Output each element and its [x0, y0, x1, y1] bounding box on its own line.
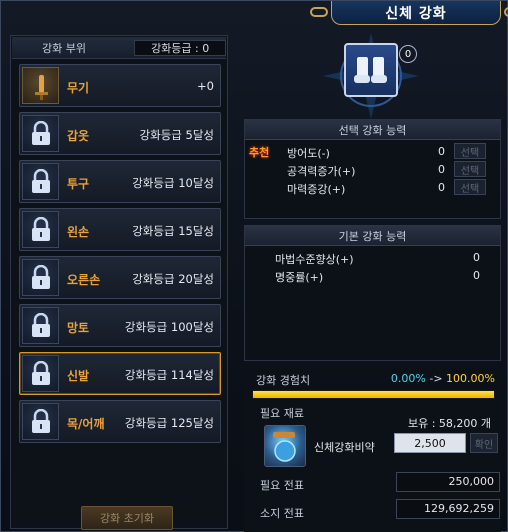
basic-ability-title: 기본 강화 능력	[245, 226, 500, 246]
window-title: 신체 강화	[385, 5, 447, 22]
slot-8[interactable]: 목/어깨 강화등급 125달성	[19, 400, 221, 443]
ability-label: 명중률(+)	[275, 271, 324, 284]
ornament-right-icon	[504, 7, 508, 17]
slot-requirement: 강화등급 15달성	[132, 224, 214, 238]
title-banner: 신체 강화	[310, 1, 508, 25]
selected-ability-section: 선택 강화 능력 추천 방어도(-) 0 선택 공격력증가(+) 0 선택 마력증강(+) 0…	[244, 119, 501, 219]
exp-value: 0.00% -> 100.00%	[391, 372, 495, 385]
ability-label: 마력증강(+)	[287, 183, 346, 196]
sword-icon	[22, 67, 59, 104]
select-button[interactable]: 선택	[454, 179, 486, 195]
lock-icon	[22, 403, 59, 440]
ability-value: 0	[438, 163, 445, 176]
body-enhance-window: 신체 강화 강화 부위 강화등급 : 0 무기 +0 갑옷 강화등급 5달성 투구 강화등…	[0, 0, 508, 532]
lock-icon	[22, 307, 59, 344]
ornament-left-icon	[310, 7, 328, 17]
slot-7[interactable]: 신발 강화등급 114달성	[19, 352, 221, 395]
reset-enhance-button[interactable]: 강화 초기화	[81, 506, 173, 530]
ability-label: 방어도(-)	[287, 147, 330, 160]
lock-icon	[22, 163, 59, 200]
basic-ability-row: 마법수준향상(+) 0	[245, 249, 500, 267]
potion-icon[interactable]	[264, 425, 306, 467]
slot-2[interactable]: 갑옷 강화등급 5달성	[19, 112, 221, 155]
slot-5[interactable]: 오른손 강화등급 20달성	[19, 256, 221, 299]
slot-requirement: 강화등급 125달성	[124, 416, 214, 430]
enhance-exp-area: 강화 경험치 0.00% -> 100.00% 필요 재료 보유 : 58,20…	[244, 365, 501, 532]
select-button[interactable]: 선택	[454, 161, 486, 177]
enhance-grade-display: 강화등급 : 0	[134, 39, 226, 56]
slot-requirement: 강화등급 100달성	[124, 320, 214, 334]
exp-from: 0.00%	[390, 372, 426, 385]
boots-icon	[354, 57, 387, 83]
slot-6[interactable]: 망토 강화등급 100달성	[19, 304, 221, 347]
item-count-badge: 0	[399, 45, 417, 63]
owned-ticket-label: 소지 전표	[260, 507, 304, 520]
material-quantity-input[interactable]: 2,500	[394, 433, 466, 453]
material-name: 신체강화비약	[314, 441, 375, 454]
slot-3[interactable]: 투구 강화등급 10달성	[19, 160, 221, 203]
ability-label: 마법수준향상(+)	[275, 253, 354, 266]
basic-ability-section: 기본 강화 능력 마법수준향상(+) 0 명중률(+) 0	[244, 225, 501, 361]
selected-ability-title: 선택 강화 능력	[245, 120, 500, 140]
slot-name: 무기	[67, 81, 90, 95]
select-button[interactable]: 선택	[454, 143, 486, 159]
enhance-part-label: 강화 부위	[42, 41, 86, 55]
exp-arrow: ->	[425, 372, 447, 385]
slot-name: 왼손	[67, 225, 90, 239]
enhance-part-panel: 강화 부위 강화등급 : 0 무기 +0 갑옷 강화등급 5달성투구 강화등급 10달성…	[10, 35, 228, 530]
enhance-item-slot[interactable]	[344, 43, 398, 97]
slot-4[interactable]: 왼손 강화등급 15달성	[19, 208, 221, 251]
slot-name: 오른손	[67, 273, 101, 287]
left-panel-header: 강화 부위 강화등급 : 0	[12, 37, 226, 59]
ability-label: 공격력증가(+)	[287, 165, 356, 178]
confirm-button[interactable]: 확인	[470, 433, 498, 453]
exp-progress-bar	[252, 390, 495, 399]
exp-to: 100.00%	[446, 372, 495, 385]
ability-value: 0	[473, 269, 480, 282]
slot-requirement: 강화등급 114달성	[124, 368, 214, 382]
slot-1[interactable]: 무기 +0	[19, 64, 221, 107]
lock-icon	[22, 355, 59, 392]
slot-name: 망토	[67, 321, 90, 335]
lock-icon	[22, 259, 59, 296]
ability-value: 0	[473, 251, 480, 264]
slot-name: 투구	[67, 177, 90, 191]
required-material-label: 필요 재료	[260, 407, 304, 420]
slot-name: 신발	[67, 369, 90, 383]
slot-requirement: 강화등급 5달성	[139, 128, 214, 142]
exp-progress-fill	[253, 391, 494, 398]
slot-requirement: +0	[197, 79, 214, 93]
basic-ability-row: 명중률(+) 0	[245, 267, 500, 285]
exp-label: 강화 경험치	[256, 374, 311, 387]
owned-ticket-value: 129,692,259	[396, 499, 500, 519]
lock-icon	[22, 115, 59, 152]
slot-requirement: 강화등급 20달성	[132, 272, 214, 286]
ability-value: 0	[438, 181, 445, 194]
lock-icon	[22, 211, 59, 248]
slot-name: 목/어깨	[67, 417, 105, 431]
owned-count: 보유 : 58,200 개	[407, 417, 491, 430]
selected-ability-row: 방어도(-) 0 선택	[245, 143, 500, 161]
slot-requirement: 강화등급 10달성	[132, 176, 214, 190]
selected-ability-row: 공격력증가(+) 0 선택	[245, 161, 500, 179]
selected-ability-row: 마력증강(+) 0 선택	[245, 179, 500, 197]
ability-value: 0	[438, 145, 445, 158]
required-ticket-value: 250,000	[396, 472, 500, 492]
required-ticket-label: 필요 전표	[260, 479, 304, 492]
slot-name: 갑옷	[67, 129, 90, 143]
potion-graphic	[273, 432, 296, 462]
